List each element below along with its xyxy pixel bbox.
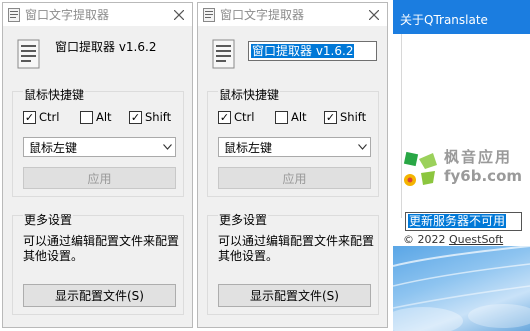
apply-button[interactable]: 应用 [23,167,176,189]
ctrl-checkbox[interactable]: ✓ Ctrl [23,109,59,125]
extractor-window-1: 窗口文字提取器 窗口提取器 v1.6.2 鼠标快捷键 ✓ Ctrl Alt ✓ … [2,2,193,328]
alt-label: Alt [291,110,307,124]
hotkey-group-label: 鼠标快捷键 [23,86,86,103]
chevron-down-icon[interactable] [159,138,175,156]
checkmark-icon[interactable]: ✓ [218,110,231,124]
alt-label: Alt [96,110,112,124]
divider [401,34,402,218]
app-version-label: 窗口提取器 v1.6.2 [55,40,157,54]
extractor-window-2: 窗口文字提取器 窗口提取器 v1.6.2 鼠标快捷键 ✓ Ctrl Alt ✓ … [197,2,388,328]
checkbox-box[interactable] [80,110,93,124]
shift-checkbox[interactable]: ✓ Shift [324,109,366,125]
ctrl-label: Ctrl [234,110,255,124]
app-small-icon [8,7,20,22]
watermark-logo-icon [403,149,443,189]
about-titlebar[interactable]: 关于QTranslate [393,0,530,34]
hotkey-group-label: 鼠标快捷键 [218,86,281,103]
alt-checkbox[interactable]: Alt [275,109,307,125]
shift-checkbox[interactable]: ✓ Shift [129,109,171,125]
close-icon[interactable] [363,4,385,26]
show-config-button[interactable]: 显示配置文件(S) [23,284,176,307]
window-title: 窗口文字提取器 [220,8,305,22]
more-settings-description: 可以通过编辑配置文件来配置其他设置。 [23,234,180,263]
mouse-button-value: 鼠标左键 [29,140,78,155]
app-small-icon [203,7,215,22]
app-version-field[interactable]: 窗口提取器 v1.6.2 [248,41,377,61]
copyright-prefix: © 2022 [403,233,449,246]
ctrl-checkbox[interactable]: ✓ Ctrl [218,109,254,125]
show-config-button[interactable]: 显示配置文件(S) [218,284,371,307]
ctrl-label: Ctrl [39,110,60,124]
titlebar[interactable]: 窗口文字提取器 [3,3,192,26]
questsoft-link[interactable]: QuestSoft [449,233,503,246]
document-icon [17,39,40,69]
chevron-down-icon[interactable] [354,138,370,156]
about-title: 关于QTranslate [400,13,488,27]
update-status-field[interactable]: 更新服务器不可用 [405,212,522,231]
shift-label: Shift [340,110,367,124]
background-image [383,245,530,331]
checkmark-icon[interactable]: ✓ [23,110,36,124]
mouse-button-select[interactable]: 鼠标左键 [218,137,371,157]
mouse-button-select[interactable]: 鼠标左键 [23,137,176,157]
selected-text[interactable]: 窗口提取器 v1.6.2 [251,44,355,58]
checkmark-icon[interactable]: ✓ [129,110,142,124]
more-settings-label: 更多设置 [23,211,74,228]
close-icon[interactable] [168,4,190,26]
modifier-checkboxes: ✓ Ctrl Alt ✓ Shift [218,109,383,125]
alt-checkbox[interactable]: Alt [80,109,112,125]
shift-label: Shift [145,110,172,124]
titlebar[interactable]: 窗口文字提取器 [198,3,387,26]
checkmark-icon[interactable]: ✓ [324,110,337,124]
more-settings-label: 更多设置 [218,211,269,228]
modifier-checkboxes: ✓ Ctrl Alt ✓ Shift [23,109,188,125]
watermark-text: 枫音应用 [444,148,513,166]
document-icon [212,39,235,69]
update-status-text[interactable]: 更新服务器不可用 [408,214,507,228]
apply-button[interactable]: 应用 [218,167,371,189]
checkbox-box[interactable] [275,110,288,124]
copyright: © 2022 QuestSoft [403,233,503,246]
window-title: 窗口文字提取器 [25,8,110,22]
watermark-url: fy6b.com [444,167,523,185]
more-settings-description: 可以通过编辑配置文件来配置其他设置。 [218,234,375,263]
mouse-button-value: 鼠标左键 [224,140,273,155]
